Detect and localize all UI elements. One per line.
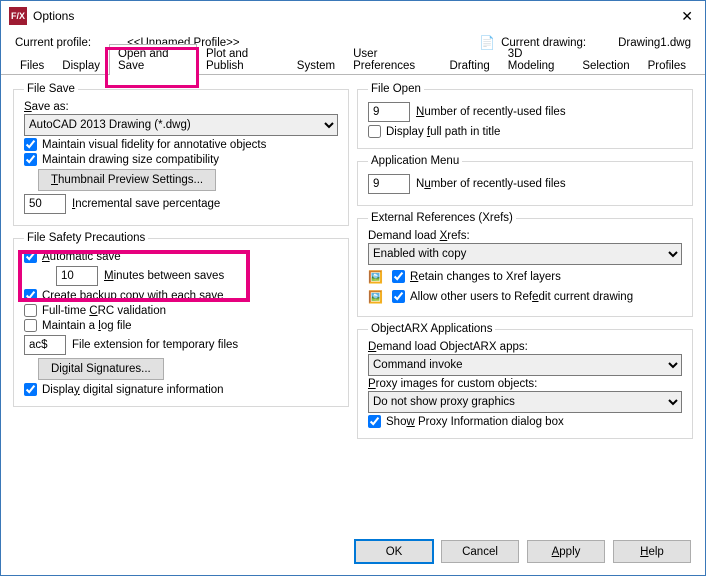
incremental-save-input[interactable]: [24, 194, 66, 214]
automatic-save-checkbox[interactable]: Automatic save: [24, 250, 338, 263]
group-file-save: File Save Save as: AutoCAD 2013 Drawing …: [13, 83, 349, 226]
demand-load-arx-select[interactable]: Command invoke: [368, 354, 682, 376]
tab-drafting[interactable]: Drafting: [440, 56, 498, 75]
save-as-label: Save as:: [24, 101, 338, 113]
legend-objectarx: ObjectARX Applications: [368, 323, 495, 335]
close-icon[interactable]: ✕: [677, 8, 697, 25]
file-open-recent-label: Number of recently-used files: [416, 106, 566, 118]
retain-xref-checkbox[interactable]: Retain changes to Xref layers: [392, 270, 561, 283]
xref-icon: [368, 270, 386, 284]
demand-load-xrefs-label: Demand load Xrefs:: [368, 230, 682, 242]
show-proxy-dialog-checkbox[interactable]: Show Proxy Information dialog box: [368, 415, 682, 428]
legend-external-references: External References (Xrefs): [368, 212, 516, 224]
digital-signatures-button[interactable]: Digital Signatures...: [38, 358, 164, 380]
app-icon: F/X: [9, 7, 27, 25]
group-external-references: External References (Xrefs) Demand load …: [357, 212, 693, 317]
minutes-between-saves-label: Minutes between saves: [104, 270, 224, 282]
proxy-images-select[interactable]: Do not show proxy graphics: [368, 391, 682, 413]
apply-button[interactable]: Apply: [527, 540, 605, 563]
app-menu-recent-input[interactable]: [368, 174, 410, 194]
incremental-save-label: Incremental save percentage: [72, 198, 220, 210]
maintain-log-checkbox[interactable]: Maintain a log file: [24, 319, 338, 332]
tab-system[interactable]: System: [288, 56, 344, 75]
cancel-button[interactable]: Cancel: [441, 540, 519, 563]
profile-label: Current profile:: [15, 37, 91, 49]
thumbnail-settings-button[interactable]: Thumbnail Preview Settings...: [38, 169, 216, 191]
display-signature-checkbox[interactable]: Display digital signature information: [24, 383, 338, 396]
allow-refedit-checkbox[interactable]: Allow other users to Refedit current dra…: [392, 290, 633, 303]
legend-file-open: File Open: [368, 83, 424, 95]
tab-open-and-save[interactable]: Open and Save: [109, 44, 197, 75]
window-title: Options: [33, 9, 677, 23]
group-application-menu: Application Menu Number of recently-used…: [357, 155, 693, 206]
maintain-size-checkbox[interactable]: Maintain drawing size compatibility: [24, 153, 338, 166]
file-open-recent-input[interactable]: [368, 102, 410, 122]
create-backup-checkbox[interactable]: Create backup copy with each save: [24, 289, 338, 302]
tab-files[interactable]: Files: [11, 56, 53, 75]
save-as-select[interactable]: AutoCAD 2013 Drawing (*.dwg): [24, 114, 338, 136]
group-file-open: File Open Number of recently-used files …: [357, 83, 693, 149]
tab-selection[interactable]: Selection: [573, 56, 638, 75]
tab-profiles[interactable]: Profiles: [639, 56, 695, 75]
group-objectarx: ObjectARX Applications Demand load Objec…: [357, 323, 693, 439]
help-button[interactable]: Help: [613, 540, 691, 563]
maintain-visual-checkbox[interactable]: Maintain visual fidelity for annotative …: [24, 138, 338, 151]
ok-button[interactable]: OK: [355, 540, 433, 563]
tab-3d-modeling[interactable]: 3D Modeling: [499, 44, 574, 75]
demand-load-xrefs-select[interactable]: Enabled with copy: [368, 243, 682, 265]
tab-display[interactable]: Display: [53, 56, 109, 75]
legend-application-menu: Application Menu: [368, 155, 462, 167]
demand-load-arx-label: Demand load ObjectARX apps:: [368, 341, 682, 353]
display-full-path-checkbox[interactable]: Display full path in title: [368, 125, 682, 138]
app-menu-recent-label: Number of recently-used files: [416, 178, 566, 190]
minutes-between-saves-input[interactable]: [56, 266, 98, 286]
tab-user-preferences[interactable]: User Preferences: [344, 44, 440, 75]
xref-icon: [368, 290, 386, 304]
drawing-value: Drawing1.dwg: [618, 37, 691, 49]
legend-file-save: File Save: [24, 83, 78, 95]
group-file-safety: File Safety Precautions Automatic save M…: [13, 232, 349, 407]
crc-validation-checkbox[interactable]: Full-time CRC validation: [24, 304, 338, 317]
tab-bar: FilesDisplayOpen and SavePlot and Publis…: [1, 53, 705, 75]
temp-file-ext-label: File extension for temporary files: [72, 339, 238, 351]
legend-file-safety: File Safety Precautions: [24, 232, 148, 244]
temp-file-ext-input[interactable]: [24, 335, 66, 355]
tab-plot-and-publish[interactable]: Plot and Publish: [197, 44, 288, 75]
proxy-images-label: Proxy images for custom objects:: [368, 378, 682, 390]
drawing-icon: [479, 35, 495, 51]
